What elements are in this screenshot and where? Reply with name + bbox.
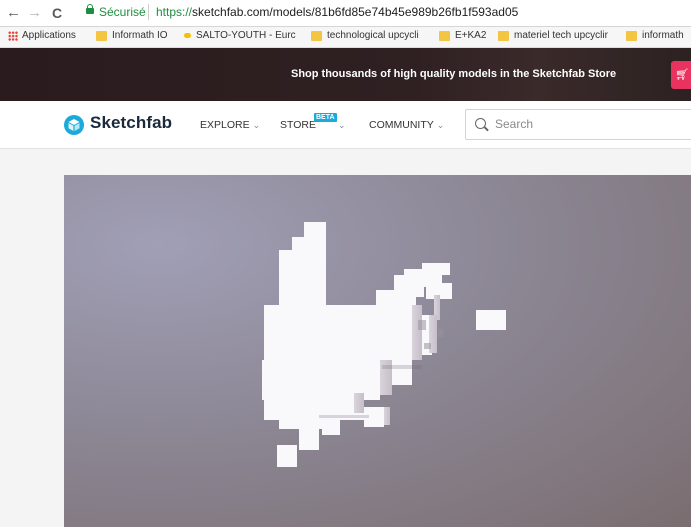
favicon-icon — [184, 33, 191, 38]
url-path: sketchfab.com/models/81b6fd85e74b45e989b… — [192, 5, 519, 19]
model-viewer[interactable] — [64, 175, 691, 527]
bookmark-label: informath — [642, 30, 684, 41]
bookmark-informath-io[interactable]: Informath IO — [96, 30, 168, 41]
address-bar: ← → C Sécurisé https://sketchfab.com/mod… — [0, 0, 691, 27]
bookmark-technological-upcycling[interactable]: technological upcycli — [311, 30, 419, 41]
nav-label: EXPLORE — [200, 119, 250, 131]
url-scheme: https:// — [156, 5, 193, 19]
folder-icon — [626, 30, 637, 41]
folder-icon — [498, 30, 509, 41]
url-field[interactable]: https://sketchfab.com/models/81b6fd85e74… — [156, 5, 518, 19]
beta-badge: BETA — [314, 113, 337, 122]
forward-icon[interactable]: → — [27, 4, 42, 22]
bookmark-label: Applications — [22, 30, 76, 41]
bookmark-materiel-tech[interactable]: materiel tech upcyclir — [498, 30, 608, 41]
bookmark-salto-youth[interactable]: SALTO-YOUTH - Eurc — [182, 30, 296, 41]
voxel-model — [262, 222, 506, 467]
logo-text[interactable]: Sketchfab — [90, 113, 172, 133]
apps-grid-icon — [8, 30, 18, 41]
nav-label: STORE — [280, 119, 316, 131]
chevron-down-icon: ⌄ — [337, 120, 346, 130]
nav-label: COMMUNITY — [369, 119, 434, 131]
store-banner: Shop thousands of high quality models in… — [0, 48, 691, 101]
site-header: Sketchfab EXPLORE ⌄ STORE ⌄ BETA COMMUNITY… — [0, 101, 691, 149]
folder-icon — [96, 30, 107, 41]
chevron-down-icon: ⌄ — [436, 120, 445, 130]
reload-icon[interactable]: C — [52, 4, 62, 22]
search-icon — [475, 118, 486, 129]
nav-explore[interactable]: EXPLORE ⌄ — [200, 119, 260, 131]
divider — [148, 4, 149, 20]
lock-icon — [86, 4, 94, 14]
bookmark-label: technological upcycli — [327, 30, 419, 41]
chevron-down-icon: ⌄ — [252, 120, 261, 130]
secure-label: Sécurisé — [99, 5, 146, 19]
folder-icon — [439, 30, 450, 41]
bookmark-label: E+KA2 — [455, 30, 487, 41]
cart-icon[interactable]: 🛒︎ — [671, 61, 691, 89]
folder-icon — [311, 30, 322, 41]
nav-community[interactable]: COMMUNITY ⌄ — [369, 119, 444, 131]
bookmarks-bar: Applications Informath IO SALTO-YOUTH - … — [0, 27, 691, 48]
sketchfab-logo-icon[interactable] — [64, 115, 84, 135]
bookmark-label: Informath IO — [112, 30, 168, 41]
bookmark-informath[interactable]: informath — [626, 30, 684, 41]
search-input[interactable] — [493, 116, 677, 132]
banner-text[interactable]: Shop thousands of high quality models in… — [291, 68, 616, 80]
bookmark-label: SALTO-YOUTH - Eurc — [196, 30, 296, 41]
bookmark-e-ka2[interactable]: E+KA2 — [439, 30, 486, 41]
search-box[interactable] — [465, 109, 691, 140]
bookmark-label: materiel tech upcyclir — [514, 30, 608, 41]
bookmark-applications[interactable]: Applications — [8, 30, 76, 41]
back-icon[interactable]: ← — [6, 4, 21, 22]
